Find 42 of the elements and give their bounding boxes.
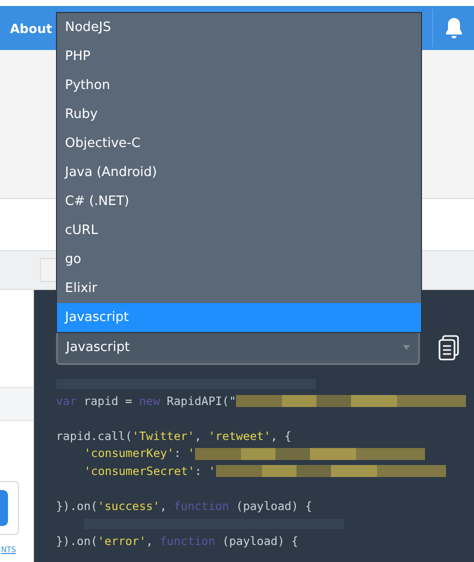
code-token: rapid.call( — [56, 428, 132, 444]
language-option[interactable]: C# (.NET) — [57, 187, 421, 216]
code-token: ' — [188, 445, 195, 462]
language-option[interactable]: Elixir — [57, 274, 421, 303]
language-option[interactable]: PHP — [57, 42, 421, 71]
code-token: rapid = — [82, 392, 134, 410]
code-token: 'Twitter' — [132, 428, 194, 444]
code-token: var — [56, 392, 77, 410]
code-token: 'consumerSecret' — [84, 462, 195, 480]
code-token: }).on( — [56, 498, 98, 514]
code-token: (payload) { — [235, 498, 312, 514]
language-option[interactable]: Java (Android) — [57, 158, 421, 187]
code-token: , — [146, 532, 154, 550]
action-button[interactable] — [0, 490, 8, 526]
bell-icon[interactable] — [444, 17, 462, 39]
code-token: , — [194, 428, 202, 444]
about-link[interactable]: About — [10, 20, 52, 36]
code-token: RapidAPI(" — [166, 392, 236, 410]
copy-icon[interactable] — [438, 334, 460, 360]
code-token: function — [174, 498, 230, 514]
code-token: }).on( — [56, 532, 98, 550]
language-option[interactable]: Ruby — [57, 100, 421, 129]
code-token: 'consumerKey' — [84, 445, 174, 462]
code-token: , — [160, 498, 168, 514]
code-token: function — [160, 532, 216, 550]
code-token: , { — [270, 428, 292, 444]
code-token: (payload) { — [221, 532, 298, 550]
language-option[interactable]: NodeJS — [57, 13, 421, 42]
language-option[interactable]: Javascript — [57, 303, 421, 332]
code-token: 'retweet' — [208, 428, 271, 444]
language-select[interactable]: Javascript — [56, 330, 420, 365]
language-option[interactable]: go — [57, 245, 421, 274]
code-token: new — [139, 392, 160, 410]
caret-icon — [403, 345, 410, 350]
code-token: : — [194, 462, 203, 480]
language-option[interactable]: Python — [57, 71, 421, 100]
code-token: 'success' — [98, 498, 160, 514]
code-token: 'error' — [98, 532, 146, 550]
language-option[interactable]: Objective-C — [57, 129, 421, 158]
code-token: ' — [208, 462, 216, 480]
code-token: : — [174, 445, 182, 462]
language-option[interactable]: cURL — [57, 216, 421, 245]
